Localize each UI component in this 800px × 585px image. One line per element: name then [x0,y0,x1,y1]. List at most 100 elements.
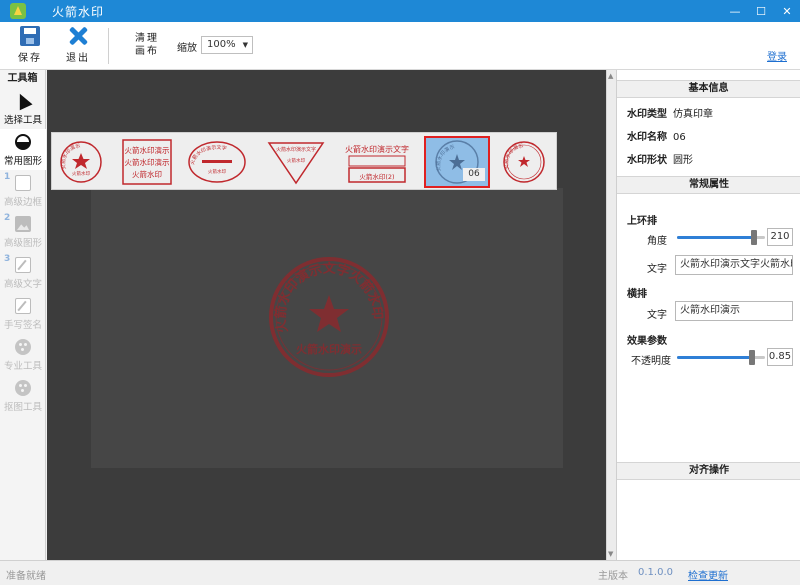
tool-label: 选择工具 [3,115,42,126]
angle-slider-thumb[interactable] [751,230,758,245]
stamp-template-triangle[interactable]: 火箭水印演示文字 火箭水印 [264,136,328,188]
info-shape-key: 水印形状 [627,155,667,166]
maximize-button[interactable]: ☐ [748,0,774,22]
stamp-ellipse-icon: 火箭水印演示文字 火箭水印 [188,141,246,183]
align-header: 对齐操作 [617,462,800,480]
stamp-circle-star-icon: 火箭水印演示 火箭水印 [60,141,102,183]
svg-text:火箭水印演示: 火箭水印演示 [435,144,456,172]
status-text: 准备就绪 [6,571,46,582]
tool-label: 专业工具 [3,361,42,372]
ring-text-label: 文字 [647,264,667,275]
save-icon [20,26,40,46]
toolbar-divider [108,28,109,64]
opacity-slider-fill [677,356,752,359]
opacity-label: 不透明度 [631,356,671,367]
stamp-template-selected[interactable]: 火箭水印演示 06 [424,136,490,188]
ring-text-input[interactable]: 火箭水印演示文字火箭水印 [675,255,793,275]
stamp-template-strip: 火箭水印演示 火箭水印 火箭水印演示 火箭水印演示 火箭水印 火箭水印演示文字 … [51,132,557,190]
window-controls: — ☐ ✕ [722,0,800,22]
cursor-icon [13,90,33,111]
check-update-link[interactable]: 检查更新 [688,567,728,582]
tool-advanced-text[interactable]: 3 高级文字 [0,252,46,293]
horizontal-section-title: 横排 [627,289,647,300]
basic-info-header: 基本信息 [617,80,800,98]
effect-section-title: 效果参数 [627,336,667,347]
save-button[interactable]: 保存 [12,26,48,66]
version-label: 主版本 [598,571,628,582]
clear-canvas-button[interactable]: 清理画布 [133,32,161,58]
info-type-row: 水印类型 仿真印章 [627,105,713,120]
tool-professional[interactable]: 专业工具 [0,334,46,375]
zoom-select[interactable]: 100% ▼ [201,36,253,54]
step-number: 2 [4,213,11,223]
tool-advanced-border[interactable]: 1 高级边框 [0,170,46,211]
info-name-row: 水印名称 06 [627,128,686,143]
angle-input[interactable]: 210 [767,228,793,246]
toolbox-title: 工具箱 [7,73,38,84]
tool-label: 高级边框 [3,197,42,208]
exit-label: 退出 [66,53,90,64]
stamp-template-ellipse[interactable]: 火箭水印演示文字 火箭水印 [184,136,250,188]
info-name-value: 06 [673,132,686,143]
stamp-circle-small-icon: 火箭水印演示 [503,141,545,183]
stamp-rect-icon: 火箭水印演示文字 火箭水印(2) [345,144,409,183]
angle-slider-fill [677,236,755,239]
stamp-template-circle-star[interactable]: 火箭水印演示 火箭水印 [56,136,106,188]
angle-label: 角度 [647,236,667,247]
pen-icon [15,298,31,314]
ring-section-title: 上环排 [627,216,657,227]
zoom-value: 100% [207,39,236,50]
stamp-template-text: 火箭水印 [208,168,226,175]
save-label: 保存 [18,53,42,64]
opacity-slider-thumb[interactable] [748,350,755,365]
close-button[interactable]: ✕ [774,0,800,22]
stamp-template-rect-text[interactable]: 火箭水印演示文字 火箭水印(2) [340,136,414,188]
tool-advanced-image[interactable]: 2 高级图形 [0,211,46,252]
toolbox: 工具箱 选择工具 常用图形 1 高级边框 2 高级图形 3 高级文字 手写签名 … [0,70,46,560]
tool-common-shapes[interactable]: 常用图形 [0,129,46,170]
image-icon [15,216,31,232]
horizontal-text-label: 文字 [647,310,667,321]
stamp-bottom-text: 火箭水印演示 [296,342,362,356]
title-bar: 火箭水印 — ☐ ✕ [0,0,800,22]
minimize-button[interactable]: — [722,0,748,22]
stamp-template-text: 火箭水印演示 [125,145,170,155]
tool-label: 常用图形 [3,156,42,167]
angle-slider[interactable] [677,230,765,245]
step-number: 3 [4,254,11,264]
canvas-stamp[interactable]: 火箭水印演示文字火箭水印 火箭水印演示 [267,255,391,379]
scroll-up-icon[interactable]: ▲ [608,72,613,80]
canvas-scrollbar[interactable]: ▲ ▼ [606,70,616,560]
palette-icon [15,339,31,355]
scroll-down-icon[interactable]: ▼ [608,550,613,558]
stamp-template-circle-small[interactable]: 火箭水印演示 [496,136,552,188]
opacity-slider[interactable] [677,350,765,365]
status-bar: 准备就绪 主版本 0.1.0.0 检查更新 [0,560,800,585]
stamp-triangle-icon: 火箭水印演示文字 火箭水印 [267,142,325,185]
tool-cutout[interactable]: 抠图工具 [0,375,46,416]
zoom-label: 缩放 [177,43,197,54]
stamp-square-icon: 火箭水印演示 火箭水印演示 火箭水印 [122,139,172,185]
info-shape-row: 水印形状 圆形 [627,151,693,166]
tool-signature[interactable]: 手写签名 [0,293,46,334]
tool-label: 抠图工具 [3,402,42,413]
exit-button[interactable]: 退出 [60,26,96,66]
selected-stamp-badge: 06 [463,168,485,181]
border-icon [15,175,31,191]
stamp-template-text: 火箭水印演示 [125,157,170,167]
tool-select[interactable]: 选择工具 [0,88,46,129]
chevron-down-icon: ▼ [242,41,248,49]
stamp-template-text: 火箭水印 [287,157,305,164]
properties-panel: 基本信息 水印类型 仿真印章 水印名称 06 水印形状 圆形 常规属性 上环排 角度 … [616,70,800,560]
stamp-template-text: 火箭水印演示文字 [345,144,409,154]
opacity-input[interactable]: 0.85 [767,348,793,366]
palette-icon [15,380,31,396]
stamp-template-text: 火箭水印 [132,169,162,179]
general-props-header: 常规属性 [617,176,800,194]
login-link[interactable]: 登录 [767,48,787,63]
stamp-template-text: 火箭水印演示文字 [276,146,316,153]
stamp-template-square[interactable]: 火箭水印演示 火箭水印演示 火箭水印 [118,136,176,188]
close-x-icon [68,26,88,46]
window-title: 火箭水印 [52,4,105,19]
horizontal-text-input[interactable]: 火箭水印演示 [675,301,793,321]
